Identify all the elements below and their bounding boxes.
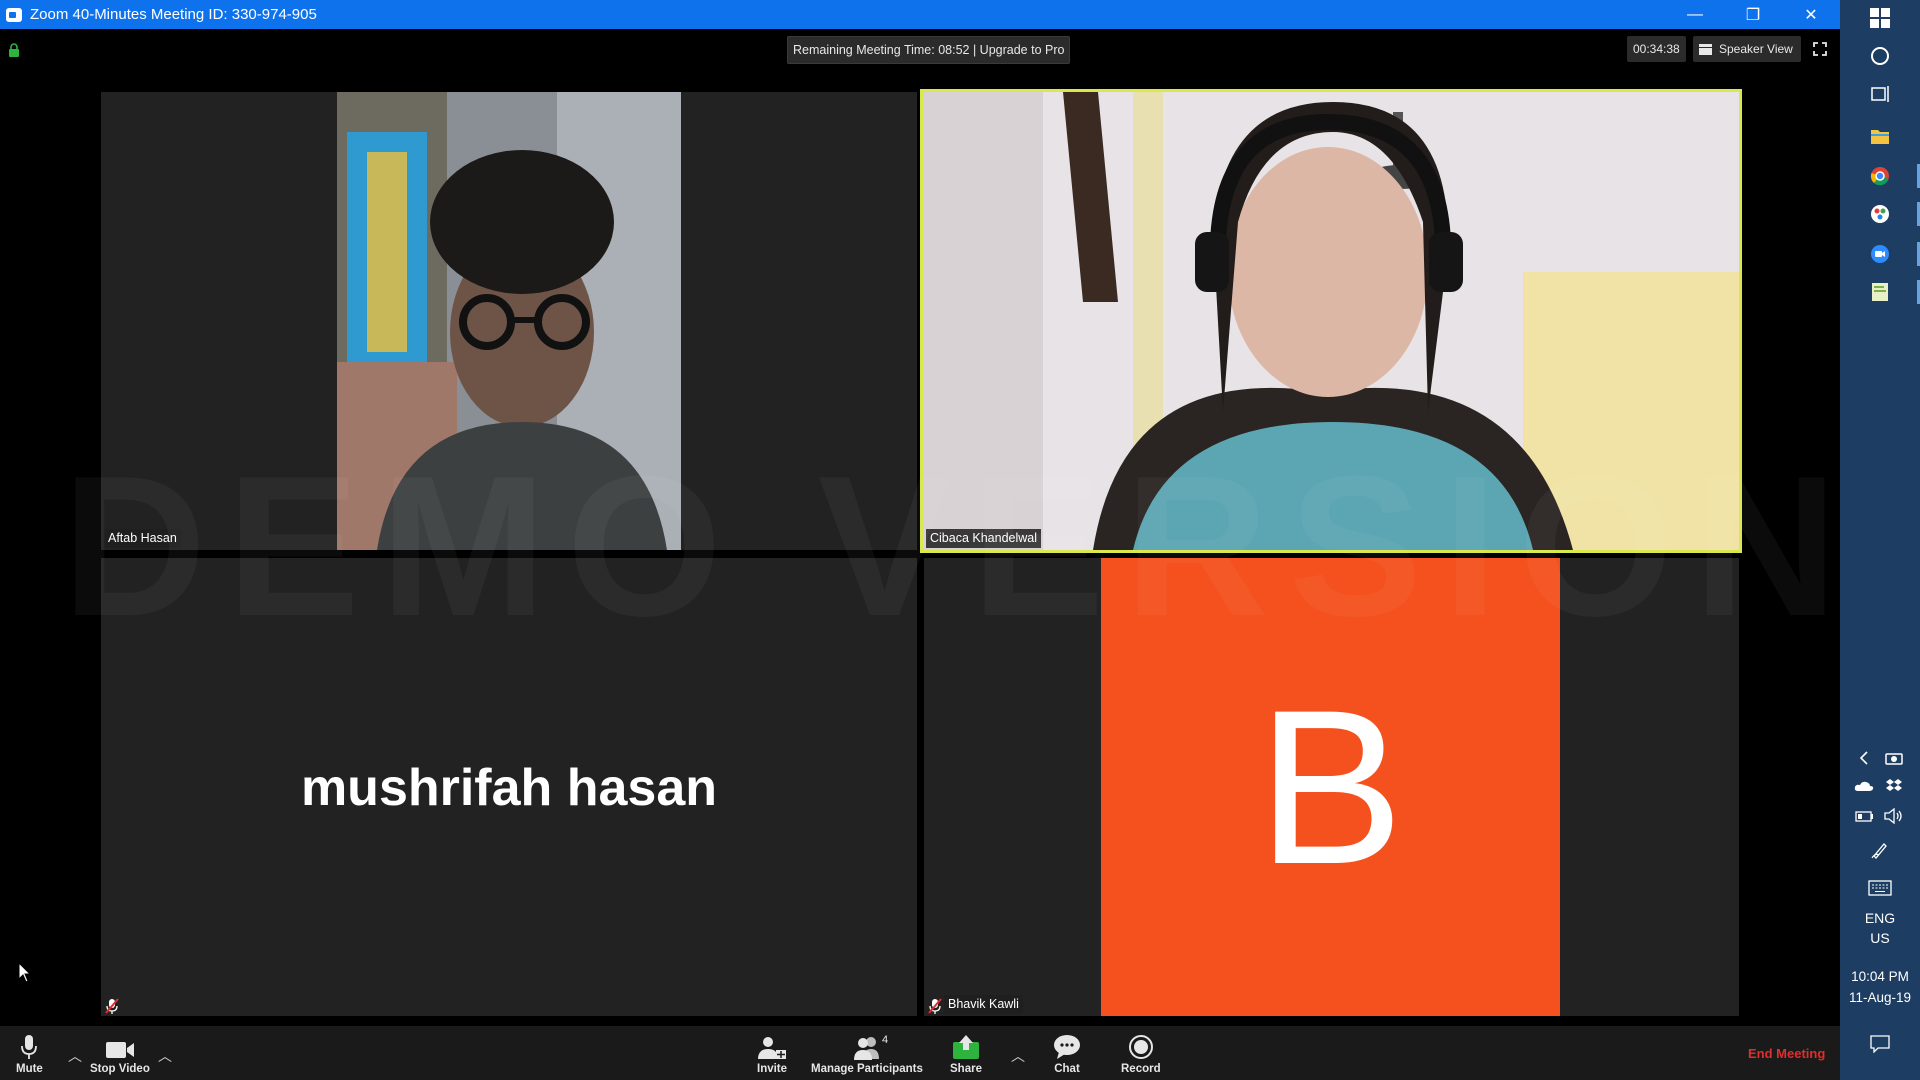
video-tile-cibaca[interactable]: Cibaca Khandelwal: [920, 89, 1742, 553]
participant-avatar: B: [1101, 558, 1560, 1016]
battery-icon[interactable]: [1852, 804, 1876, 828]
video-tile-mushrifah[interactable]: mushrifah hasan: [101, 558, 917, 1016]
audio-options-chevron-icon[interactable]: ︿: [68, 1046, 82, 1066]
paint-app-icon[interactable]: [1868, 202, 1892, 226]
stop-video-label: Stop Video: [90, 1063, 150, 1075]
window-titlebar: Zoom 40-Minutes Meeting ID: 330-974-905 …: [0, 0, 1840, 29]
participant-name-label: Cibaca Khandelwal: [926, 529, 1042, 548]
record-icon: [1128, 1035, 1153, 1059]
minimize-button[interactable]: —: [1666, 0, 1724, 29]
invite-label: Invite: [757, 1063, 788, 1075]
participants-icon: [853, 1037, 879, 1060]
window-title: Zoom 40-Minutes Meeting ID: 330-974-905: [30, 6, 317, 23]
participant-count-badge: 4: [882, 1034, 889, 1046]
chrome-icon[interactable]: [1868, 164, 1892, 188]
restore-button[interactable]: ❐: [1724, 0, 1782, 29]
invite-user-icon: [758, 1037, 787, 1059]
touch-keyboard-icon[interactable]: [1868, 876, 1892, 900]
input-language-indicator[interactable]: ENG US: [1840, 908, 1920, 948]
chat-label: Chat: [1054, 1063, 1080, 1075]
video-camera-icon: [105, 1042, 134, 1058]
participant-display-name: mushrifah hasan: [300, 759, 718, 817]
remaining-time-banner[interactable]: Remaining Meeting Time: 08:52 | Upgrade …: [787, 36, 1071, 64]
speaker-view-label: Speaker View: [1719, 42, 1793, 56]
cortana-search-icon[interactable]: [1868, 44, 1892, 68]
close-button[interactable]: ✕: [1782, 0, 1840, 29]
windows-taskbar: ENG US 10:04 PM 11-Aug-19: [1840, 0, 1920, 1080]
participant-name-label: Aftab Hasan: [104, 529, 181, 548]
language-region: US: [1870, 930, 1890, 946]
manage-participants-button[interactable]: Manage Participants: [811, 1032, 923, 1075]
dropbox-icon[interactable]: [1882, 774, 1906, 798]
muted-mic-icon: [928, 998, 942, 1014]
notepad-app-icon[interactable]: [1868, 280, 1892, 304]
zoom-taskbar-icon[interactable]: [1868, 242, 1892, 266]
camera-tray-icon[interactable]: [1882, 746, 1906, 770]
video-tile-aftab[interactable]: Aftab Hasan: [101, 92, 917, 550]
action-center-icon[interactable]: [1868, 1032, 1892, 1056]
clock-time: 10:04 PM: [1851, 969, 1909, 984]
mouse-cursor-icon: [18, 962, 32, 983]
participant-name-label: Bhavik Kawli: [944, 995, 1023, 1014]
participant-video-feed: [923, 92, 1739, 550]
participant-video-feed: [337, 92, 681, 550]
manage-participants-label: Manage Participants: [811, 1063, 923, 1075]
volume-icon[interactable]: [1882, 804, 1906, 828]
end-meeting-button[interactable]: End Meeting: [1748, 1046, 1825, 1061]
speaker-view-icon: [1699, 43, 1712, 55]
onedrive-cloud-icon[interactable]: [1852, 774, 1876, 798]
mute-button[interactable]: Mute: [16, 1032, 43, 1075]
file-explorer-icon[interactable]: [1868, 124, 1892, 148]
record-label: Record: [1121, 1063, 1161, 1075]
video-tile-bhavik[interactable]: B Bhavik Kawli: [924, 558, 1739, 1016]
mute-label: Mute: [16, 1063, 43, 1075]
meeting-timer: 00:34:38: [1627, 36, 1686, 62]
microphone-icon: [21, 1035, 38, 1059]
invite-button[interactable]: Invite: [757, 1032, 787, 1075]
speaker-view-button[interactable]: Speaker View: [1693, 36, 1801, 62]
video-options-chevron-icon[interactable]: ︿: [158, 1046, 172, 1066]
windows-start-icon[interactable]: [1868, 6, 1892, 30]
chat-bubble-icon: [1054, 1035, 1080, 1059]
share-screen-icon: [952, 1035, 979, 1059]
meeting-toolbar: Mute ︿ Stop Video ︿ Invite Manage Partic…: [0, 1026, 1840, 1080]
avatar-initial: B: [1257, 663, 1404, 910]
muted-mic-icon: [105, 998, 119, 1014]
window-controls: — ❐ ✕: [1666, 0, 1840, 29]
pen-workspace-icon[interactable]: [1868, 838, 1892, 862]
chat-button[interactable]: Chat: [1053, 1032, 1081, 1075]
zoom-app-icon: [6, 7, 22, 22]
share-label: Share: [950, 1063, 982, 1075]
fullscreen-icon[interactable]: [1813, 42, 1827, 56]
share-screen-button[interactable]: Share: [950, 1032, 982, 1075]
record-button[interactable]: Record: [1121, 1032, 1161, 1075]
share-options-chevron-icon[interactable]: ︿: [1011, 1046, 1025, 1066]
language-code: ENG: [1864, 910, 1896, 926]
task-view-icon[interactable]: [1868, 82, 1892, 106]
show-hidden-icons-chevron-icon[interactable]: [1852, 746, 1876, 770]
system-clock[interactable]: 10:04 PM 11-Aug-19: [1840, 966, 1920, 1008]
clock-date: 11-Aug-19: [1848, 990, 1912, 1005]
meeting-topbar: Remaining Meeting Time: 08:52 | Upgrade …: [0, 29, 1840, 71]
encryption-lock-icon[interactable]: [8, 43, 20, 57]
stop-video-button[interactable]: Stop Video: [90, 1032, 150, 1075]
